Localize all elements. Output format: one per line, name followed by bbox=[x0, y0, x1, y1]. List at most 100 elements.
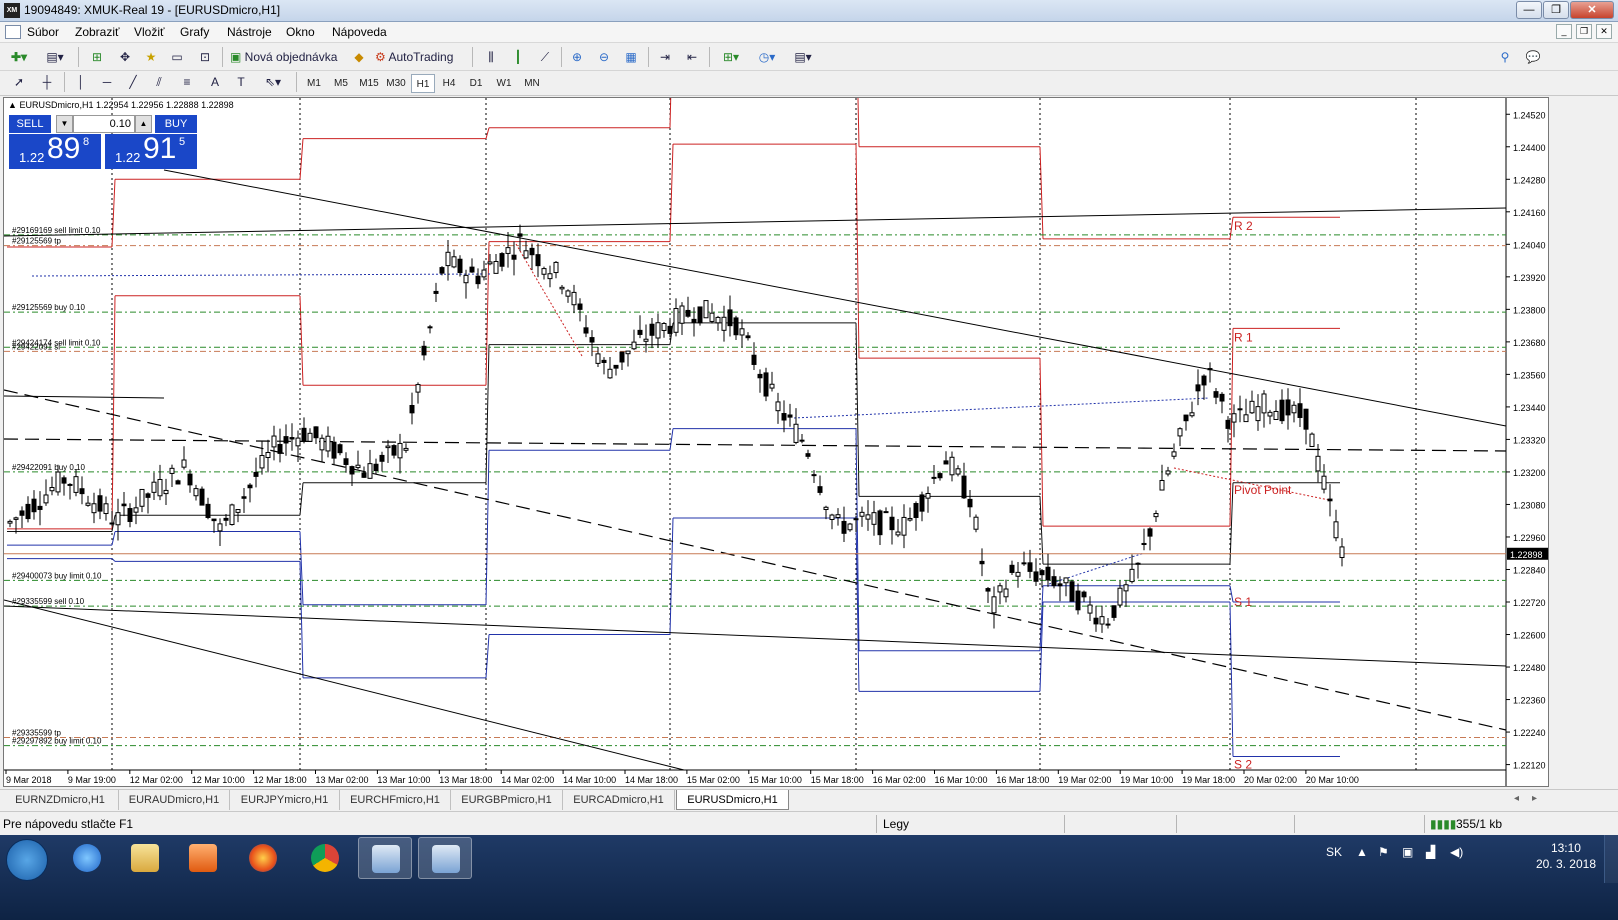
horizontal-line-icon[interactable]: ─ bbox=[96, 72, 118, 92]
arrows-icon[interactable]: ⇖▾ bbox=[258, 72, 288, 92]
text-icon[interactable]: A bbox=[204, 72, 226, 92]
candle-body bbox=[337, 444, 343, 454]
tile-windows-icon[interactable]: ▦ bbox=[620, 47, 642, 67]
menu-vlozit[interactable]: Vložiť bbox=[134, 25, 165, 39]
bid-price[interactable]: 1.22 89 8 bbox=[9, 132, 101, 169]
taskbar-file-explorer[interactable] bbox=[118, 837, 172, 879]
lot-size-input[interactable]: 0.10 bbox=[73, 115, 135, 133]
start-button[interactable] bbox=[6, 839, 48, 881]
taskbar-metatrader[interactable] bbox=[358, 837, 412, 879]
menu-grafy[interactable]: Grafy bbox=[180, 25, 209, 39]
timeframe-h1[interactable]: H1 bbox=[411, 74, 435, 93]
candle-body bbox=[997, 585, 1003, 593]
vertical-line-icon[interactable]: │ bbox=[70, 72, 92, 92]
candle-body bbox=[643, 338, 649, 342]
lot-increase-button[interactable]: ▲ bbox=[135, 115, 152, 133]
timeframe-m1[interactable]: M1 bbox=[303, 74, 325, 93]
close-button[interactable]: ✕ bbox=[1570, 1, 1614, 19]
terminal-icon[interactable]: ▭ bbox=[166, 47, 188, 67]
candle-body bbox=[277, 443, 283, 454]
indicators-icon[interactable]: ⊞▾ bbox=[716, 47, 746, 67]
lot-decrease-button[interactable]: ▼ bbox=[56, 115, 73, 133]
candle-body bbox=[1057, 583, 1063, 587]
timeframe-h4[interactable]: H4 bbox=[437, 74, 461, 93]
tab-eurnzd[interactable]: EURNZDmicro,H1 bbox=[2, 790, 119, 810]
search-icon[interactable]: ⚲ bbox=[1494, 47, 1516, 67]
taskbar-internet-explorer[interactable] bbox=[60, 837, 114, 879]
candle-body bbox=[403, 447, 409, 451]
autotrading-button[interactable]: ⚙ AutoTrading bbox=[375, 47, 467, 67]
chart-canvas[interactable]: 1.24520 1.24400 1.24280 1.24160 1.24040 1.239… bbox=[4, 98, 1549, 787]
cursor-icon[interactable]: ➚ bbox=[8, 72, 30, 92]
taskbar-media-player[interactable] bbox=[176, 837, 230, 879]
mdi-close-button[interactable]: ✕ bbox=[1596, 24, 1612, 39]
navigator-icon[interactable]: ✥ bbox=[114, 47, 136, 67]
show-desktop-button[interactable] bbox=[1604, 835, 1618, 883]
tab-eurchf[interactable]: EURCHFmicro,H1 bbox=[340, 790, 451, 810]
chat-icon[interactable]: 💬 bbox=[1522, 47, 1544, 67]
trendline-icon[interactable]: ╱ bbox=[122, 72, 144, 92]
mdi-minimize-button[interactable]: _ bbox=[1556, 24, 1572, 39]
zoom-in-icon[interactable]: ⊕ bbox=[566, 47, 588, 67]
data-window-icon[interactable]: ★ bbox=[140, 47, 162, 67]
metaeditor-icon[interactable]: ◆ bbox=[348, 47, 370, 67]
chart-shift-icon[interactable]: ⇤ bbox=[681, 47, 703, 67]
taskbar-chrome[interactable] bbox=[298, 837, 352, 879]
periods-icon[interactable]: ◷▾ bbox=[752, 47, 782, 67]
text-label-icon[interactable]: T bbox=[230, 72, 252, 92]
taskbar-metatrader-2[interactable] bbox=[418, 837, 472, 879]
tab-eurjpy[interactable]: EURJPYmicro,H1 bbox=[230, 790, 340, 810]
zoom-out-icon[interactable]: ⊖ bbox=[593, 47, 615, 67]
tab-prev-icon[interactable]: ◂ bbox=[1514, 793, 1519, 804]
tray-app-icon[interactable]: ▣ bbox=[1402, 845, 1413, 859]
buy-button[interactable]: BUY bbox=[155, 115, 197, 133]
candle-body bbox=[1243, 414, 1249, 423]
new-order-button[interactable]: ▣ Nová objednávka bbox=[230, 47, 344, 67]
taskbar-firefox[interactable] bbox=[236, 837, 290, 879]
minimize-button[interactable]: — bbox=[1516, 1, 1542, 19]
order-label: #29297892 buy limit 0.10 bbox=[12, 737, 102, 746]
network-icon[interactable]: ▟ bbox=[1426, 845, 1435, 859]
volume-icon[interactable]: ◀) bbox=[1450, 845, 1463, 859]
menu-napoveda[interactable]: Nápoveda bbox=[332, 25, 387, 39]
crosshair-icon[interactable]: ┼ bbox=[36, 72, 58, 92]
menu-okno[interactable]: Okno bbox=[286, 25, 315, 39]
timeframe-m5[interactable]: M5 bbox=[328, 74, 354, 93]
document-icon[interactable] bbox=[5, 25, 21, 39]
tab-eurusd[interactable]: EURUSDmicro,H1 bbox=[676, 790, 789, 810]
tab-euraud[interactable]: EURAUDmicro,H1 bbox=[119, 790, 230, 810]
clock[interactable]: 13:10 20. 3. 2018 bbox=[1536, 840, 1596, 872]
timeframe-mn[interactable]: MN bbox=[519, 74, 545, 93]
bar-chart-icon[interactable]: ⫼ bbox=[480, 47, 502, 67]
timeframe-m30[interactable]: M30 bbox=[383, 74, 409, 93]
candle-body bbox=[1009, 564, 1015, 573]
timeframe-d1[interactable]: D1 bbox=[464, 74, 488, 93]
autoscroll-icon[interactable]: ⇥ bbox=[654, 47, 676, 67]
price-chart[interactable]: 1.24520 1.24400 1.24280 1.24160 1.24040 1.239… bbox=[3, 97, 1549, 787]
timeframe-w1[interactable]: W1 bbox=[491, 74, 517, 93]
new-chart-icon[interactable]: ✚▾ bbox=[8, 47, 30, 67]
sell-button[interactable]: SELL bbox=[9, 115, 51, 133]
tab-next-icon[interactable]: ▸ bbox=[1532, 793, 1537, 804]
candle-body bbox=[1081, 591, 1087, 598]
tray-expand-icon[interactable]: ▲ bbox=[1356, 845, 1368, 859]
market-watch-icon[interactable]: ⊞ bbox=[86, 47, 108, 67]
ask-price[interactable]: 1.22 91 5 bbox=[105, 132, 197, 169]
mdi-restore-button[interactable]: ❐ bbox=[1576, 24, 1592, 39]
timeframe-m15[interactable]: M15 bbox=[356, 74, 382, 93]
candlestick-icon[interactable]: ┃ bbox=[507, 47, 529, 67]
flag-icon[interactable]: ⚑ bbox=[1378, 845, 1389, 859]
menu-nastroje[interactable]: Nástroje bbox=[227, 25, 272, 39]
strategy-tester-icon[interactable]: ⊡ bbox=[194, 47, 216, 67]
templates-icon[interactable]: ▤▾ bbox=[788, 47, 818, 67]
tab-eurgbp[interactable]: EURGBPmicro,H1 bbox=[451, 790, 563, 810]
language-indicator[interactable]: SK bbox=[1326, 845, 1342, 859]
profiles-icon[interactable]: ▤▾ bbox=[44, 47, 66, 67]
restore-button[interactable]: ❐ bbox=[1543, 1, 1569, 19]
tab-eurcad[interactable]: EURCADmicro,H1 bbox=[563, 790, 675, 810]
channel-icon[interactable]: ⫽ bbox=[148, 72, 170, 92]
menu-subor[interactable]: Súbor bbox=[27, 25, 59, 39]
line-chart-icon[interactable]: ⟋ bbox=[534, 47, 556, 67]
menu-zobrazit[interactable]: Zobraziť bbox=[75, 25, 120, 39]
fibonacci-icon[interactable]: ≡ bbox=[176, 72, 198, 92]
